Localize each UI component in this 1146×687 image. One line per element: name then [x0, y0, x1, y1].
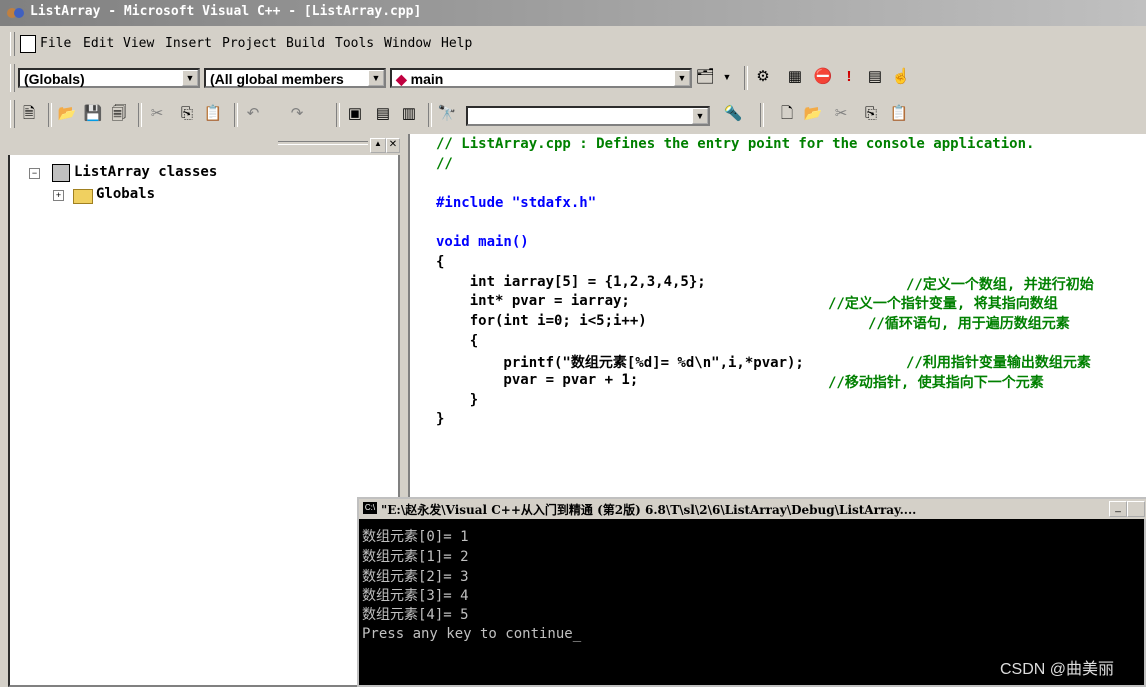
- tree-root-label[interactable]: ListArray classes: [74, 164, 217, 180]
- build-icon[interactable]: ▦: [784, 66, 806, 88]
- menu-help[interactable]: Help: [441, 36, 472, 51]
- scope-combo[interactable]: (Globals) ▼: [18, 68, 200, 88]
- menu-project[interactable]: Project: [222, 36, 277, 51]
- window-list-icon[interactable]: ▥: [398, 103, 420, 125]
- console-line: Press any key to continue_: [362, 626, 582, 642]
- workspace-header: ▲ ✕: [8, 137, 400, 155]
- code-line: }: [436, 411, 445, 427]
- new-icon[interactable]: 🗋: [776, 103, 798, 125]
- code-line: {: [436, 254, 445, 270]
- stop-build-icon[interactable]: ⛔: [812, 66, 834, 88]
- code-line: pvar = pvar + 1;: [436, 372, 639, 388]
- function-value: ◆ main: [396, 71, 443, 88]
- open-icon[interactable]: 📂: [56, 103, 78, 125]
- members-value: (All global members: [210, 71, 344, 87]
- save-icon[interactable]: 💾: [82, 103, 104, 125]
- tree-item-globals[interactable]: Globals: [96, 186, 155, 202]
- scope-value: (Globals): [24, 71, 85, 87]
- code-line: // ListArray.cpp : Defines the entry poi…: [436, 136, 1035, 152]
- find-combo[interactable]: ▼: [466, 106, 710, 126]
- code-line: int* pvar = iarray;: [436, 293, 630, 309]
- doc-icon[interactable]: [20, 35, 36, 53]
- find-in-files-icon[interactable]: 🔭: [436, 103, 458, 125]
- console-title-bar[interactable]: C:\ "E:\赵永发\Visual C++从入门到精通 (第2版) 6.8\T…: [359, 499, 1146, 519]
- code-line: //: [436, 156, 453, 172]
- menu-window[interactable]: Window: [384, 36, 431, 51]
- go-icon[interactable]: ▤: [864, 66, 886, 88]
- chevron-down-icon[interactable]: ▼: [182, 70, 198, 86]
- undo-icon[interactable]: ↶: [242, 103, 264, 125]
- expand-collapse-icon[interactable]: −: [29, 168, 40, 179]
- workspace-icon[interactable]: ▣: [344, 103, 366, 125]
- cut-icon[interactable]: ✂: [146, 103, 168, 125]
- folder-icon: [73, 189, 93, 204]
- maximize-icon[interactable]: [1127, 501, 1145, 517]
- find-icon[interactable]: 🔦: [722, 103, 744, 125]
- chevron-down-icon[interactable]: ▼: [692, 108, 708, 124]
- code-comment: //定义一个数组, 并进行初始: [906, 277, 1094, 293]
- workspace-pane[interactable]: [8, 137, 400, 687]
- code-comment: //利用指针变量输出数组元素: [906, 355, 1091, 371]
- paste-icon[interactable]: 📋: [888, 103, 910, 125]
- code-line: }: [436, 392, 479, 408]
- code-line: {: [436, 333, 479, 349]
- title-bar[interactable]: ListArray - Microsoft Visual C++ - [List…: [0, 0, 1146, 26]
- function-combo[interactable]: ◆ main ▼: [390, 68, 692, 88]
- compile-icon[interactable]: ⚙: [752, 66, 774, 88]
- menu-tools[interactable]: Tools: [335, 36, 374, 51]
- code-comment: //定义一个指针变量, 将其指向数组: [828, 296, 1058, 312]
- minimize-icon[interactable]: _: [1109, 501, 1127, 517]
- console-line: 数组元素[0]= 1: [362, 529, 469, 545]
- code-comment: //循环语句, 用于遍历数组元素: [868, 316, 1070, 332]
- function-diamond-icon: ◆: [396, 71, 407, 87]
- paste-icon[interactable]: 📋: [202, 103, 224, 125]
- cut-icon[interactable]: ✂: [830, 103, 852, 125]
- chevron-down-icon[interactable]: ▼: [716, 66, 738, 88]
- app-icon: [7, 8, 24, 18]
- console-line: 数组元素[1]= 2: [362, 549, 469, 565]
- class-view-icon: [52, 164, 70, 182]
- save-all-icon[interactable]: 🗐: [108, 103, 130, 125]
- code-line: void main(): [436, 234, 529, 250]
- execute-icon[interactable]: !: [838, 66, 860, 88]
- chevron-down-icon[interactable]: ▼: [674, 70, 690, 86]
- members-combo[interactable]: (All global members ▼: [204, 68, 386, 88]
- chevron-down-icon[interactable]: ▼: [368, 70, 384, 86]
- copy-icon[interactable]: ⎘: [176, 103, 198, 125]
- console-line: 数组元素[2]= 3: [362, 569, 469, 585]
- console-title: "E:\赵永发\Visual C++从入门到精通 (第2版) 6.8\T\sl\…: [381, 503, 917, 517]
- close-pane-icon[interactable]: ✕: [386, 138, 400, 153]
- output-icon[interactable]: ▤: [372, 103, 394, 125]
- open-icon[interactable]: 📂: [802, 103, 824, 125]
- menu-bar: File Edit View Insert Project Build Tool…: [0, 30, 1146, 58]
- menu-file[interactable]: File: [40, 36, 71, 51]
- code-comment: //移动指针, 使其指向下一个元素: [828, 375, 1044, 391]
- new-text-file-icon[interactable]: 🗎: [18, 103, 40, 125]
- console-line: 数组元素[4]= 5: [362, 607, 469, 623]
- code-line: printf("数组元素[%d]= %d\n",i,*pvar);: [436, 355, 804, 371]
- watermark: CSDN @曲美丽: [1000, 661, 1115, 678]
- code-line: #include "stdafx.h": [436, 195, 597, 211]
- wizard-action-icon[interactable]: 🗂: [694, 66, 716, 88]
- console-line: 数组元素[3]= 4: [362, 588, 469, 604]
- copy-icon[interactable]: ⎘: [860, 103, 882, 125]
- menu-build[interactable]: Build: [286, 36, 325, 51]
- menu-insert[interactable]: Insert: [165, 36, 212, 51]
- console-icon: C:\: [363, 502, 377, 514]
- window-title: ListArray - Microsoft Visual C++ - [List…: [30, 4, 422, 19]
- expand-collapse-icon[interactable]: +: [53, 190, 64, 201]
- code-line: for(int i=0; i<5;i++): [436, 313, 647, 329]
- function-name: main: [410, 71, 444, 87]
- hand-icon[interactable]: ☝: [890, 66, 912, 88]
- code-line: int iarray[5] = {1,2,3,4,5};: [436, 274, 706, 290]
- menu-edit[interactable]: Edit: [83, 36, 114, 51]
- maximize-pane-icon[interactable]: ▲: [370, 138, 386, 153]
- redo-icon[interactable]: ↷: [286, 103, 308, 125]
- menu-view[interactable]: View: [123, 36, 154, 51]
